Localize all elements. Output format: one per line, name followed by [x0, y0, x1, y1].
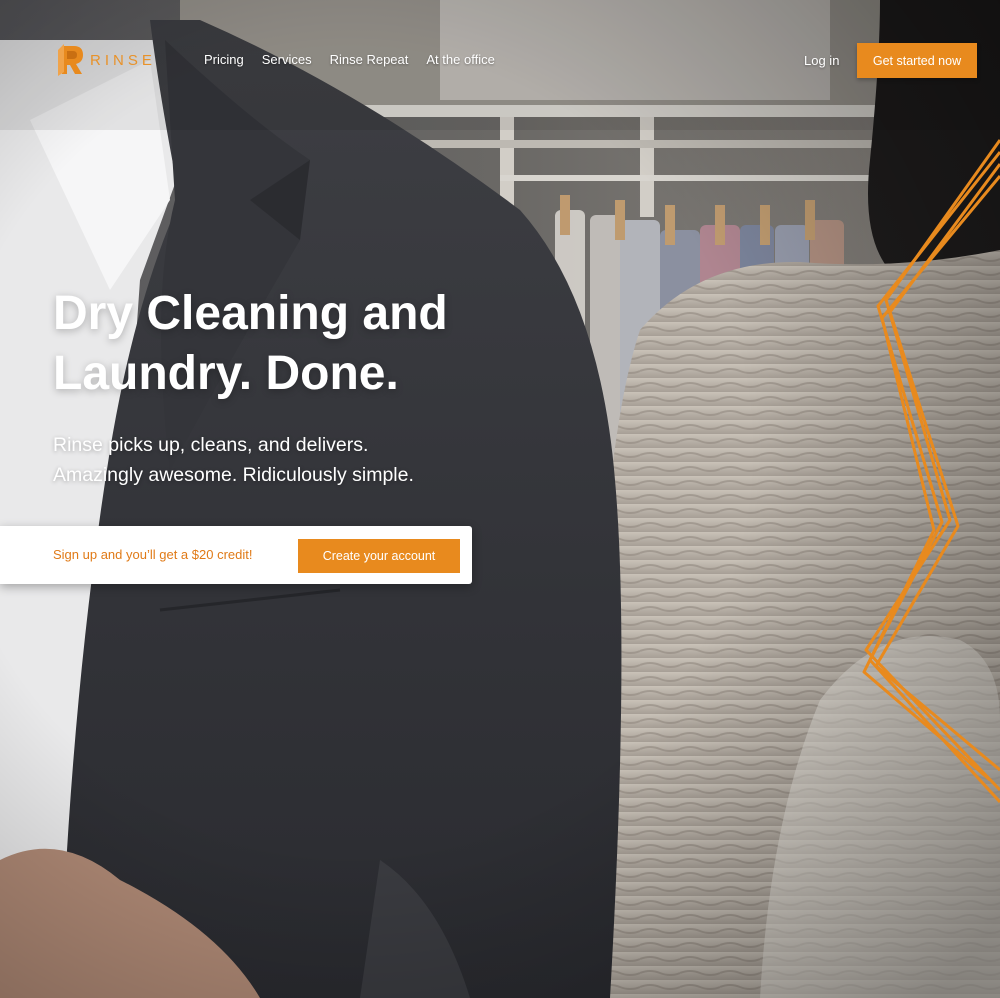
hero-subhead-line2: Amazingly awesome. Ridiculously simple.: [53, 464, 414, 486]
login-link[interactable]: Log in: [804, 53, 839, 68]
main-nav: Pricing Services Rinse Repeat At the off…: [204, 52, 495, 67]
hero-section: RINSE Pricing Services Rinse Repeat At t…: [0, 0, 1000, 998]
rinse-logo[interactable]: RINSE: [56, 40, 156, 80]
nav-item-at-the-office[interactable]: At the office: [426, 52, 494, 67]
site-header: RINSE Pricing Services Rinse Repeat At t…: [0, 0, 1000, 120]
hero-background-image: [0, 0, 1000, 998]
hero-headline: Dry Cleaning and Laundry. Done.: [53, 287, 448, 400]
nav-item-rinse-repeat[interactable]: Rinse Repeat: [330, 52, 409, 67]
brand-name: RINSE: [90, 51, 156, 69]
nav-item-services[interactable]: Services: [262, 52, 312, 67]
get-started-button[interactable]: Get started now: [857, 43, 977, 78]
hero-subhead: Rinse picks up, cleans, and delivers. Am…: [53, 430, 473, 490]
signup-promo-text: Sign up and you’ll get a $20 credit!: [53, 547, 253, 562]
create-account-button[interactable]: Create your account: [298, 539, 460, 573]
signup-promo-card: Sign up and you’ll get a $20 credit! Cre…: [0, 526, 472, 584]
rinse-logo-icon: [58, 44, 83, 76]
nav-item-pricing[interactable]: Pricing: [204, 52, 244, 67]
hero-subhead-line1: Rinse picks up, cleans, and delivers.: [53, 434, 369, 456]
